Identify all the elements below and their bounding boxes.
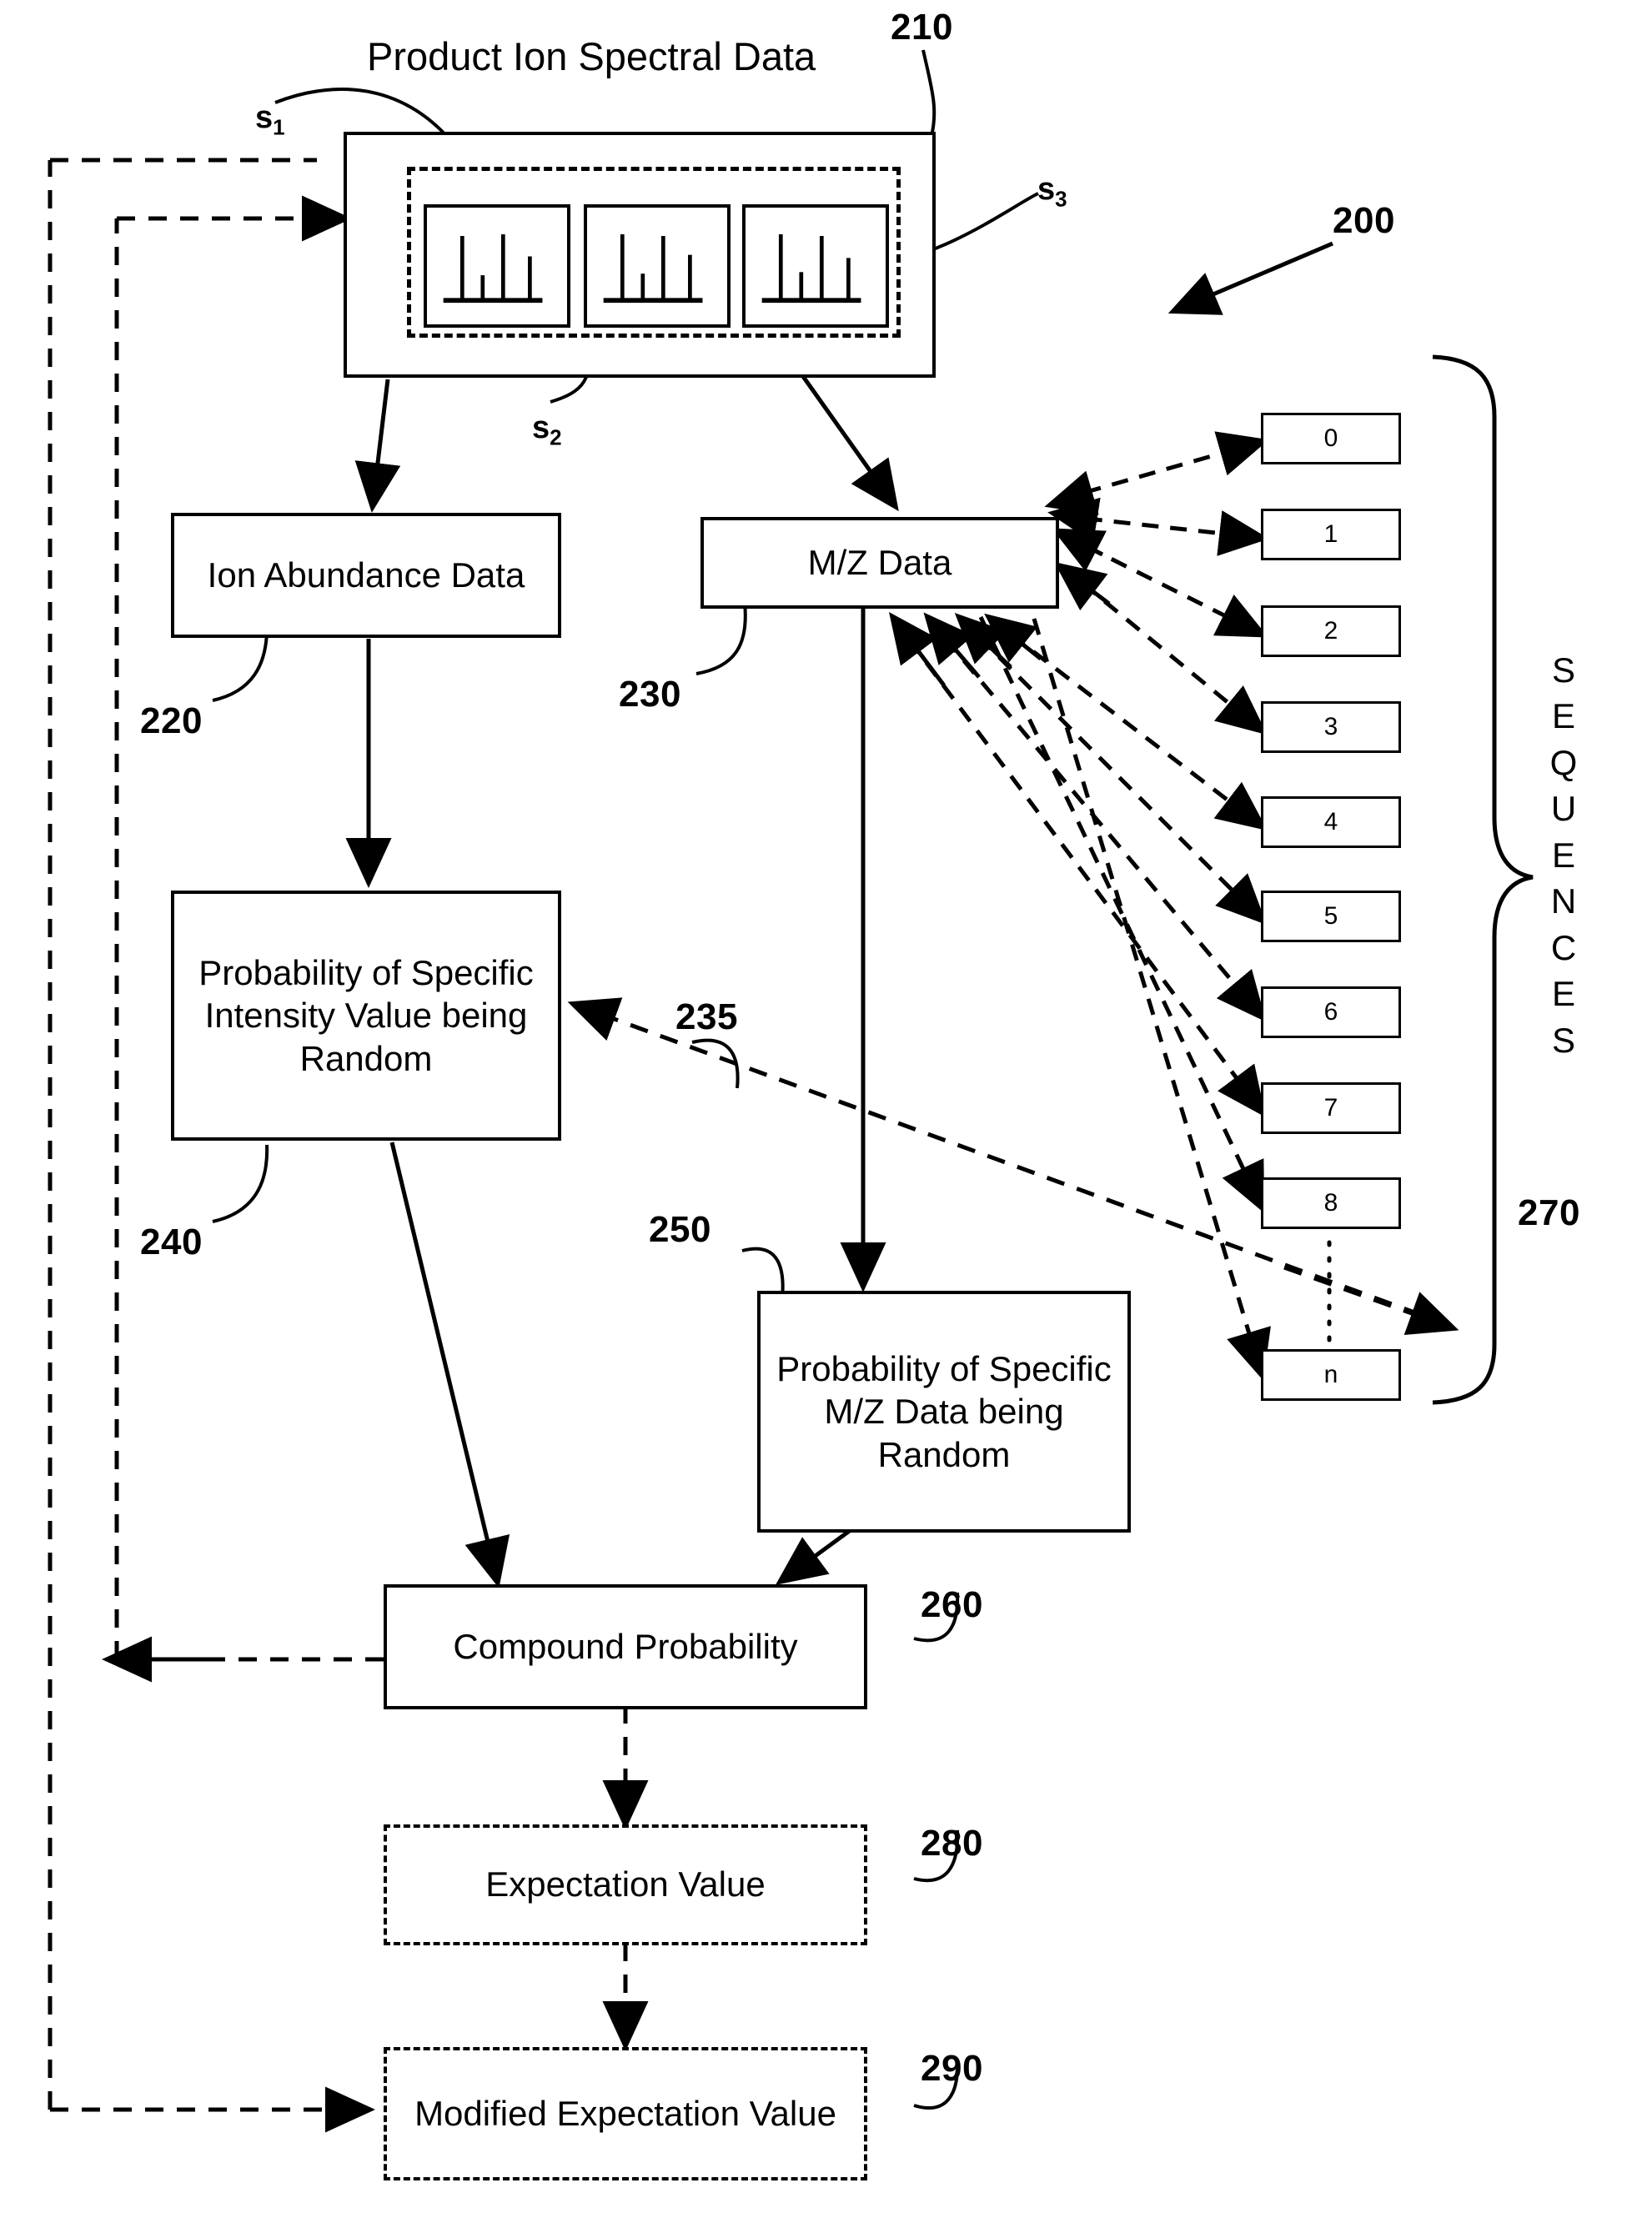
patent-figure-page: Product Ion Spectral Data s1 s2 s3 210 2… (0, 0, 1652, 2228)
sequence-item-7-label: 7 (1323, 1093, 1338, 1122)
probability-specific-intensity-box: Probability of Specific Intensity Value … (171, 891, 561, 1141)
spectrum-chart-s3 (761, 234, 861, 304)
sequences-letter-0: S (1551, 650, 1575, 690)
ion-abundance-data-label: Ion Abundance Data (207, 554, 525, 595)
spectrum-label-s1-sub: 1 (273, 114, 285, 140)
spectrum-card-s3 (742, 204, 889, 328)
spectrum-label-s2-base: s (532, 410, 550, 445)
probability-specific-mz-label: Probability of Specific M/Z Data being R… (776, 1349, 1112, 1474)
spectrum-chart-s2 (603, 234, 703, 304)
ref-270: 270 (1518, 1192, 1580, 1233)
sequences-letter-5: N (1550, 881, 1577, 921)
sequence-item-2[interactable]: 2 (1261, 605, 1401, 657)
compound-probability-label: Compound Probability (453, 1626, 798, 1666)
spectrum-label-s3: s3 (1037, 172, 1067, 213)
sequence-item-3[interactable]: 3 (1261, 701, 1401, 753)
spectrum-card-s2 (584, 204, 731, 328)
sequence-item-0[interactable]: 0 (1261, 413, 1401, 464)
sequences-letter-3: U (1550, 789, 1577, 829)
spectrum-label-s3-base: s (1037, 172, 1056, 207)
ref-290: 290 (921, 2048, 983, 2089)
expectation-value-box: Expectation Value (384, 1824, 867, 1945)
ref-235: 235 (675, 996, 738, 1037)
sequence-item-5[interactable]: 5 (1261, 891, 1401, 942)
modified-expectation-value-box: Modified Expectation Value (384, 2047, 867, 2180)
expectation-value-label: Expectation Value (485, 1864, 766, 1904)
sequences-letter-7: E (1551, 974, 1575, 1014)
sequence-item-7[interactable]: 7 (1261, 1082, 1401, 1134)
sequence-item-8[interactable]: 8 (1261, 1177, 1401, 1229)
ion-abundance-data-box: Ion Abundance Data (171, 513, 561, 638)
sequence-item-3-label: 3 (1323, 712, 1338, 740)
sequence-item-1-label: 1 (1323, 519, 1338, 548)
sequence-item-n-label: n (1323, 1360, 1338, 1388)
ref-240: 240 (140, 1222, 203, 1262)
sequence-item-4-label: 4 (1323, 807, 1338, 836)
sequences-letter-8: S (1551, 1020, 1575, 1060)
sequence-item-n[interactable]: n (1261, 1349, 1401, 1401)
compound-probability-box: Compound Probability (384, 1584, 867, 1709)
probability-specific-intensity-label: Probability of Specific Intensity Value … (198, 953, 534, 1078)
figure-title: Product Ion Spectral Data (367, 34, 816, 78)
ref-210: 210 (891, 7, 953, 48)
ref-230: 230 (619, 674, 681, 715)
sequence-item-6[interactable]: 6 (1261, 986, 1401, 1038)
ref-220: 220 (140, 700, 203, 741)
ref-250: 250 (649, 1209, 711, 1250)
ref-280: 280 (921, 1823, 983, 1864)
sequences-letter-6: C (1550, 927, 1577, 967)
sequence-item-1[interactable]: 1 (1261, 509, 1401, 560)
mz-data-label: M/Z Data (807, 542, 952, 582)
spectrum-label-s3-sub: 3 (1055, 186, 1067, 212)
sequences-letter-4: E (1551, 835, 1575, 875)
ref-200: 200 (1333, 200, 1395, 241)
sequence-item-6-label: 6 (1323, 997, 1338, 1026)
sequence-item-4[interactable]: 4 (1261, 796, 1401, 848)
spectrum-chart-s1 (443, 234, 543, 304)
mz-data-box: M/Z Data (700, 517, 1059, 609)
probability-specific-mz-box: Probability of Specific M/Z Data being R… (757, 1291, 1131, 1533)
spectrum-label-s1: s1 (255, 100, 285, 141)
sequences-letter-1: E (1551, 696, 1575, 736)
sequences-vertical-label: S E Q U E N C E S (1539, 647, 1589, 1063)
sequence-item-5-label: 5 (1323, 901, 1338, 930)
ref-260: 260 (921, 1584, 983, 1625)
spectrum-label-s2-sub: 2 (550, 424, 562, 450)
sequence-item-2-label: 2 (1323, 616, 1338, 645)
modified-expectation-value-label: Modified Expectation Value (414, 2093, 836, 2133)
spectrum-card-s1 (424, 204, 570, 328)
sequence-item-8-label: 8 (1323, 1188, 1338, 1217)
spectrum-label-s2: s2 (532, 410, 562, 451)
sequences-letter-2: Q (1549, 742, 1578, 782)
sequence-item-0-label: 0 (1323, 424, 1338, 452)
spectrum-label-s1-base: s (255, 100, 274, 135)
